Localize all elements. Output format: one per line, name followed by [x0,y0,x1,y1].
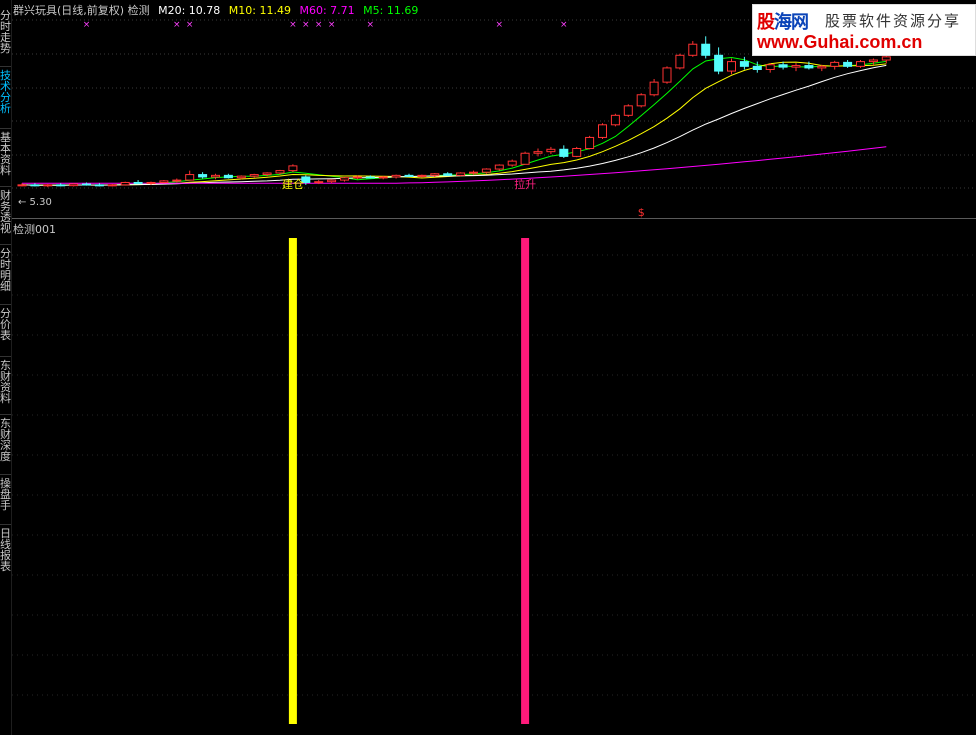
chart-header: 群兴玩具(日线,前复权) 检测 M20: 10.78 M10: 11.49 M6… [13,4,423,18]
indicator-m10: M10: 11.49 [228,4,291,17]
candle-body [417,174,427,177]
candle-body [456,172,466,176]
candle-body [610,114,620,126]
signal-x-marker: × [315,20,323,30]
candle-body [727,61,736,72]
candle-body [133,181,143,184]
candle-body [365,176,375,179]
candle-body [43,184,53,187]
candle-body [481,168,491,173]
logo-brand: 股海网 [757,12,809,33]
candle-body [107,184,117,187]
signal-x-marker: × [186,20,194,30]
logo-slogan: 股票软件资源分享 [825,12,962,30]
candle-body [714,54,724,72]
candle-body [585,136,595,150]
candle-body [598,124,607,138]
candle-body [314,181,324,184]
candle-body [262,172,272,176]
indicator-m20: M20: 10.78 [158,4,221,17]
candle-body [249,174,259,177]
candle-body [856,61,865,67]
candle-body [56,184,66,187]
signal-x-marker: × [289,20,297,30]
ma-line-m10 [21,61,887,186]
ma-line-m20 [21,64,887,186]
candle-body [469,171,478,174]
stock-title: 群兴玩具(日线,前复权) 检测 [13,4,150,17]
candle-body [572,148,582,157]
signal-x-marker: × [496,20,504,30]
candle-body [17,184,27,187]
candle-body [623,105,633,116]
price-low-label: ← 5.30 [18,197,52,208]
signal-x-marker: × [83,20,91,30]
candle-body [533,151,543,154]
signal-x-marker: × [328,20,336,30]
candle-body [94,184,104,187]
candle-body [559,148,569,157]
signal-x-marker: × [560,20,568,30]
candle-body [546,148,556,153]
indicator-m5: M5: 11.69 [363,4,419,17]
lower-pane-title: 检测001 [13,223,56,236]
candle-body [868,59,878,63]
candle-body [765,64,775,71]
signal-x-marker: × [367,20,375,30]
candle-body [688,43,698,56]
candle-body [391,174,401,178]
candle-body [752,65,762,70]
candle-body [701,43,711,56]
candle-body [69,183,79,187]
pane-divider [12,218,976,219]
candle-body [198,174,208,178]
candle-body [146,181,156,184]
candle-body [636,94,646,107]
annotation-label: 拉升 [514,177,536,191]
candle-body [791,65,801,68]
indicator-m60: M60: 7.71 [299,4,355,17]
candle-body [675,54,685,69]
candle-body [30,184,40,187]
candle-body [881,56,891,61]
candle-body [404,174,414,177]
candle-body [378,176,388,179]
signal-x-marker: × [302,20,310,30]
candle-body [739,61,749,67]
signal-x-marker: × [173,20,181,30]
ma-line-m60 [22,146,887,184]
candle-body [236,175,246,179]
candle-body [172,179,182,182]
candle-body [649,81,659,96]
candle-body [507,160,517,166]
candle-body [211,174,220,178]
logo-url: www.Guhai.com.cn [757,32,923,52]
candle-body [817,65,827,69]
candle-body [830,61,840,67]
candle-body [120,181,130,186]
candle-body [662,67,672,83]
candle-body [778,64,788,68]
candle-body [430,173,440,176]
signal-bar [288,238,297,724]
candle-body [804,65,814,69]
candle-body [275,170,285,174]
signal-bar [521,238,530,724]
candle-body [82,183,91,186]
candle-body [159,180,169,183]
candle-body [288,165,298,172]
annotation-label: 建仓 [282,177,304,191]
candle-body [327,179,337,183]
candle-body [843,61,853,67]
candle-body [185,174,195,181]
candle-body [443,173,453,176]
candle-body [352,176,362,179]
chart-canvas: × × × × × × × × × ×建仓 拉升$← 5.30 [12,19,976,724]
watermark-logo: 股海网 股票软件资源分享 www.Guhai.com.cn [752,4,976,56]
candle-body [340,177,349,181]
candle-body [520,152,530,165]
candle-body [494,164,504,170]
candle-body [223,174,233,179]
